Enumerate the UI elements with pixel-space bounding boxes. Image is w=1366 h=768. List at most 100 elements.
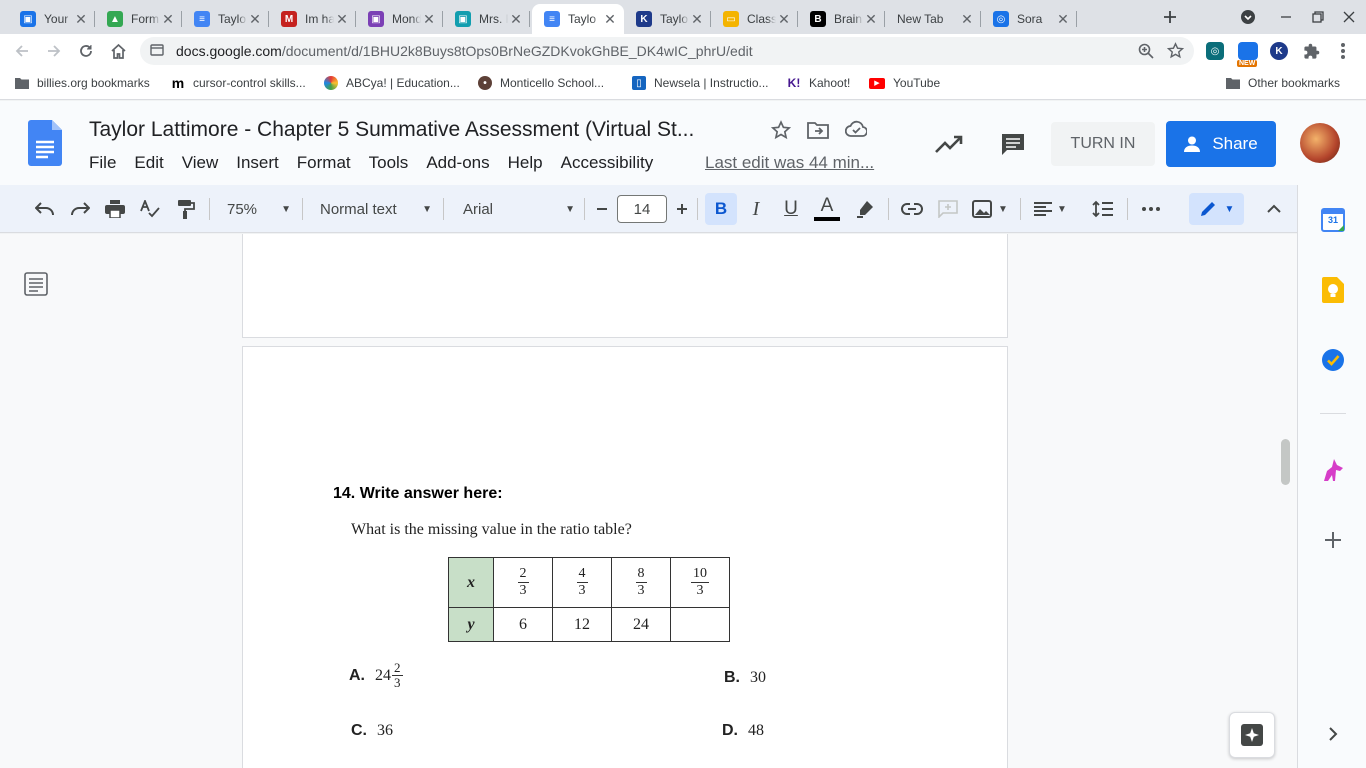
- paint-format-icon[interactable]: [174, 196, 198, 222]
- back-button[interactable]: [10, 39, 34, 63]
- share-button[interactable]: Share: [1166, 121, 1276, 167]
- tasks-icon[interactable]: [1320, 347, 1346, 373]
- other-bookmarks[interactable]: Other bookmarks: [1226, 76, 1340, 90]
- bookmark-monticello[interactable]: • Monticello School...: [478, 76, 604, 90]
- extension-new-icon[interactable]: NEW: [1237, 42, 1258, 67]
- close-tab-icon[interactable]: ✕: [73, 11, 89, 28]
- browser-tab[interactable]: ▣ Your ✕: [8, 4, 95, 34]
- browser-tab[interactable]: ▲ Form ✕: [95, 4, 182, 34]
- browser-tab[interactable]: ▭ Class ✕: [711, 4, 798, 34]
- extension-globe-icon[interactable]: ◎: [1206, 42, 1224, 60]
- avatar[interactable]: [1300, 123, 1340, 163]
- home-button[interactable]: [106, 39, 130, 63]
- menu-addons[interactable]: Add-ons: [426, 153, 489, 173]
- editing-mode-button[interactable]: ▼: [1189, 193, 1244, 225]
- close-tab-icon[interactable]: ✕: [421, 11, 437, 28]
- ratio-table[interactable]: x 23 43 83 10 3 y 6 12 24: [448, 557, 730, 642]
- bookmark-billies[interactable]: billies.org bookmarks: [15, 76, 150, 90]
- align-left-icon[interactable]: ▼: [1031, 196, 1069, 222]
- paragraph-style-select[interactable]: Normal text ▼: [320, 196, 432, 222]
- collapse-menus-icon[interactable]: [1262, 196, 1286, 222]
- choice-a[interactable]: A. 24 23: [349, 661, 403, 690]
- redo-icon[interactable]: [68, 196, 92, 222]
- menu-insert[interactable]: Insert: [236, 153, 279, 173]
- calendar-icon[interactable]: 31: [1320, 207, 1346, 233]
- document-page[interactable]: 14. Write answer here: What is the missi…: [242, 346, 1008, 768]
- menu-format[interactable]: Format: [297, 153, 351, 173]
- browser-tab[interactable]: ≡ Taylo ✕: [182, 4, 269, 34]
- insert-link-icon[interactable]: [899, 196, 925, 222]
- add-addon-icon[interactable]: [1320, 527, 1346, 553]
- extensions-puzzle-icon[interactable]: [1302, 42, 1320, 60]
- close-tab-icon[interactable]: ✕: [1055, 11, 1071, 28]
- choice-c[interactable]: C. 36: [351, 722, 393, 740]
- activity-trend-icon[interactable]: [934, 129, 964, 159]
- new-tab-button[interactable]: [1159, 6, 1181, 28]
- browser-tab[interactable]: ▣ Mond ✕: [356, 4, 443, 34]
- line-spacing-icon[interactable]: [1090, 196, 1116, 222]
- docs-logo-icon[interactable]: [28, 120, 62, 166]
- restore-button[interactable]: [1307, 6, 1329, 28]
- highlight-color-icon[interactable]: [853, 196, 877, 222]
- close-tab-icon[interactable]: ✕: [602, 11, 618, 28]
- browser-tab[interactable]: K Taylo ✕: [624, 4, 711, 34]
- increase-font-size-button[interactable]: [671, 196, 693, 222]
- insert-image-icon[interactable]: ▼: [970, 196, 1010, 222]
- close-tab-icon[interactable]: ✕: [334, 11, 350, 28]
- scrollbar-thumb[interactable]: [1281, 439, 1290, 485]
- address-bar[interactable]: docs.google.com/document/d/1BHU2k8Buys8t…: [140, 37, 1194, 65]
- forward-button[interactable]: [42, 39, 66, 63]
- underline-button[interactable]: U: [779, 196, 803, 222]
- bold-button[interactable]: B: [705, 193, 737, 225]
- browser-menu-icon[interactable]: [1334, 42, 1352, 60]
- browser-tab[interactable]: M Im ha ✕: [269, 4, 356, 34]
- menu-file[interactable]: File: [89, 153, 116, 173]
- close-tab-icon[interactable]: ✕: [508, 11, 524, 28]
- bookmark-youtube[interactable]: ▶ YouTube: [869, 76, 940, 90]
- bookmark-star-icon[interactable]: [1166, 42, 1185, 62]
- turn-in-button[interactable]: TURN IN: [1051, 122, 1155, 166]
- font-size-input[interactable]: 14: [617, 195, 667, 223]
- menu-edit[interactable]: Edit: [134, 153, 163, 173]
- cloud-status-icon[interactable]: [844, 120, 868, 144]
- document-title[interactable]: Taylor Lattimore - Chapter 5 Summative A…: [89, 118, 694, 142]
- minimize-button[interactable]: [1275, 6, 1297, 28]
- menu-tools[interactable]: Tools: [369, 153, 409, 173]
- close-tab-icon[interactable]: ✕: [689, 11, 705, 28]
- keep-icon[interactable]: [1320, 277, 1346, 303]
- expand-panel-icon[interactable]: [1320, 721, 1346, 747]
- reload-button[interactable]: [74, 39, 98, 63]
- close-tab-icon[interactable]: ✕: [959, 11, 975, 28]
- bookmark-kahoot[interactable]: K! Kahoot!: [787, 76, 851, 90]
- star-icon[interactable]: [770, 120, 792, 146]
- browser-tab[interactable]: ◎ Sora ✕: [981, 4, 1077, 34]
- tab-search-button[interactable]: [1237, 6, 1259, 28]
- last-edit-link[interactable]: Last edit was 44 min...: [705, 153, 874, 173]
- more-options-icon[interactable]: [1139, 196, 1163, 222]
- move-folder-icon[interactable]: [807, 120, 829, 146]
- bookmark-newsela[interactable]: ▯ Newsela | Instructio...: [632, 76, 769, 90]
- close-window-button[interactable]: [1338, 6, 1360, 28]
- italic-button[interactable]: I: [744, 196, 768, 222]
- font-family-select[interactable]: Arial ▼: [463, 196, 575, 222]
- browser-tab[interactable]: ≡ Taylo ✕: [532, 4, 624, 34]
- close-tab-icon[interactable]: ✕: [160, 11, 176, 28]
- close-tab-icon[interactable]: ✕: [247, 11, 263, 28]
- text-color-button[interactable]: A: [814, 196, 840, 222]
- close-tab-icon[interactable]: ✕: [863, 11, 879, 28]
- bookmark-cursor-control[interactable]: m cursor-control skills...: [171, 75, 306, 91]
- comments-icon[interactable]: [998, 129, 1028, 159]
- choice-d[interactable]: D. 48: [722, 722, 764, 740]
- menu-accessibility[interactable]: Accessibility: [561, 153, 654, 173]
- menu-view[interactable]: View: [182, 153, 219, 173]
- decrease-font-size-button[interactable]: [591, 196, 613, 222]
- unicorn-addon-icon[interactable]: [1320, 457, 1346, 483]
- site-info-icon[interactable]: [150, 43, 166, 60]
- zoom-icon[interactable]: [1138, 43, 1154, 62]
- add-comment-icon[interactable]: [936, 196, 960, 222]
- document-page[interactable]: [242, 234, 1008, 338]
- zoom-select[interactable]: 75% ▼: [227, 196, 291, 222]
- bookmark-abcya[interactable]: ABCya! | Education...: [324, 76, 460, 90]
- undo-icon[interactable]: [33, 196, 57, 222]
- browser-tab[interactable]: B Brainl ✕: [798, 4, 885, 34]
